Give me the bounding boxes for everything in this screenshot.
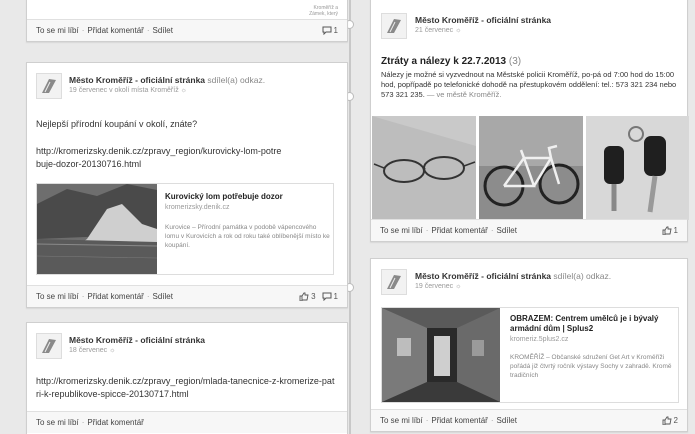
- author-action: sdílel(a) odkaz.: [553, 271, 612, 281]
- post-card: Město Kroměříž - oficiální stránka sdíle…: [26, 62, 348, 308]
- like-link[interactable]: To se mi líbí: [36, 26, 79, 35]
- post-meta[interactable]: 19 červenec: [415, 283, 453, 290]
- post-meta[interactable]: 21 červenec: [415, 27, 453, 34]
- like-link[interactable]: To se mi líbí: [380, 416, 423, 425]
- page-logo-icon: [42, 339, 56, 353]
- post-meta[interactable]: 19 červenec v okolí místa Kroměříž: [69, 87, 179, 94]
- post-footer: To se mi líbí · Přidat komentář · Sdílet 1: [27, 19, 347, 41]
- globe-icon: ☼: [455, 283, 462, 290]
- author-name[interactable]: Město Kroměříž - oficiální stránka: [69, 75, 205, 85]
- page-logo-icon: [387, 19, 401, 33]
- comment-link[interactable]: Přidat komentář: [431, 226, 487, 235]
- globe-icon: ☼: [180, 87, 188, 94]
- post-meta[interactable]: 18 červenec: [69, 347, 107, 354]
- comment-icon: [322, 26, 332, 35]
- avatar[interactable]: [381, 269, 407, 295]
- page-logo-icon: [387, 275, 401, 289]
- preview-title[interactable]: Kurovický lom potřebuje dozor: [165, 192, 330, 202]
- post-card: Město Kroměříž - oficiální stránka sdíle…: [370, 258, 688, 432]
- thumbs-up-icon: [299, 292, 309, 301]
- avatar[interactable]: [36, 73, 62, 99]
- post-footer: To se mi líbí · Přidat komentář · Sdílet 1: [371, 219, 687, 241]
- post-url[interactable]: http://kromerizsky.denik.cz/zpravy_regio…: [36, 145, 286, 171]
- comment-link[interactable]: Přidat komentář: [87, 26, 143, 35]
- post-card: Město Kroměříž - oficiální stránka 18 če…: [26, 322, 348, 434]
- post-footer: To se mi líbí · Přidat komentář · Sdílet 2: [371, 409, 687, 431]
- author-name[interactable]: Město Kroměříž - oficiální stránka: [415, 15, 680, 25]
- preview-description: KROMĚŘÍŽ – Občanské sdružení Get Art v K…: [510, 354, 672, 379]
- photo-keys[interactable]: [586, 116, 689, 220]
- like-count[interactable]: 3: [299, 292, 316, 301]
- post-card: Město Kroměříž - oficiální stránka 21 če…: [370, 0, 689, 242]
- preview-domain: kromerizsky.denik.cz: [165, 204, 230, 211]
- timeline-line: [349, 0, 351, 434]
- preview-description: Kurovice – Přírodní památka v podobě váp…: [165, 224, 330, 249]
- like-count[interactable]: 2: [662, 416, 678, 425]
- photo-glasses[interactable]: [372, 116, 476, 220]
- post-footer: To se mi líbí · Přidat komentář · Sdílet 3 1: [27, 285, 347, 307]
- preview-domain: kromeriz.5plus2.cz: [510, 336, 569, 343]
- location-text[interactable]: — ve městě Kroměříž.: [427, 90, 502, 99]
- link-preview[interactable]: OBRAZEM: Centrem umělců je i bývalý armá…: [381, 307, 679, 403]
- share-link[interactable]: Sdílet: [497, 226, 517, 235]
- thumbs-up-icon: [662, 416, 672, 425]
- comment-link[interactable]: Přidat komentář: [431, 416, 487, 425]
- post-footer: To se mi líbí · Přidat komentář: [27, 411, 347, 433]
- comment-count[interactable]: 1: [322, 26, 338, 35]
- preview-image[interactable]: [382, 308, 500, 402]
- post-url[interactable]: http://kromerizsky.denik.cz/zpravy_regio…: [36, 375, 336, 401]
- post-title: Ztráty a nálezy k 22.7.2013: [381, 56, 507, 67]
- post-text: Nálezy je možné si vyzvednout na Městské…: [381, 70, 677, 99]
- thumbs-up-icon: [662, 226, 672, 235]
- share-link[interactable]: Sdílet: [153, 26, 173, 35]
- avatar[interactable]: [36, 333, 62, 359]
- author-action: sdílel(a) odkaz.: [207, 75, 266, 85]
- comment-link[interactable]: Přidat komentář: [87, 292, 143, 301]
- title-count: (3): [508, 56, 522, 67]
- like-link[interactable]: To se mi líbí: [36, 292, 79, 301]
- like-link[interactable]: To se mi líbí: [36, 418, 79, 427]
- post-text: Nejlepší přírodní koupání v okolí, znáte…: [36, 119, 198, 129]
- photo-bicycle[interactable]: [479, 116, 583, 220]
- page-logo-icon: [42, 79, 56, 93]
- snippet-line: Zámek, který: [309, 11, 338, 17]
- like-count[interactable]: 1: [662, 226, 678, 235]
- comment-link[interactable]: Přidat komentář: [87, 418, 143, 427]
- globe-icon: ☼: [109, 347, 116, 354]
- preview-title[interactable]: OBRAZEM: Centrem umělců je i bývalý armá…: [510, 314, 675, 334]
- preview-image[interactable]: [37, 184, 157, 274]
- globe-icon: ☼: [455, 27, 462, 34]
- link-preview[interactable]: Kurovický lom potřebuje dozor kromerizsk…: [36, 183, 334, 275]
- author-name[interactable]: Město Kroměříž - oficiální stránka: [69, 335, 339, 345]
- share-link[interactable]: Sdílet: [497, 416, 517, 425]
- like-link[interactable]: To se mi líbí: [380, 226, 423, 235]
- comment-icon: [322, 292, 332, 301]
- post-card-partial: Kroměříž a Zámek, který To se mi líbí · Př…: [26, 0, 348, 42]
- avatar[interactable]: [381, 13, 407, 39]
- comment-count[interactable]: 1: [322, 292, 338, 301]
- author-name[interactable]: Město Kroměříž - oficiální stránka: [415, 271, 551, 281]
- share-link[interactable]: Sdílet: [153, 292, 173, 301]
